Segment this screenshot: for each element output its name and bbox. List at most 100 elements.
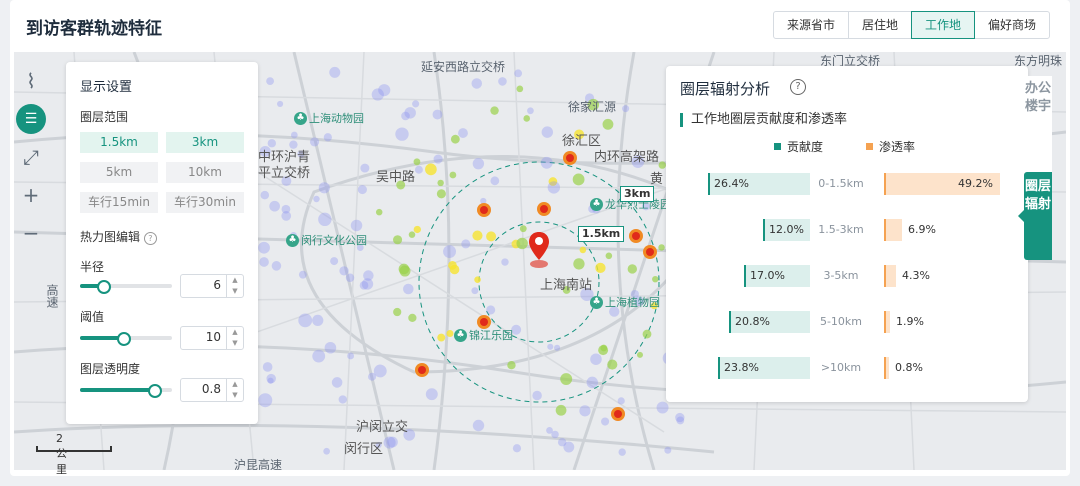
poi-marker[interactable]: ♣ 闵行文化公园 (286, 232, 367, 248)
park-icon: ♣ (590, 197, 603, 211)
slider-handle[interactable] (97, 280, 111, 294)
heat-point (338, 395, 347, 404)
heat-point (461, 239, 471, 249)
contribution-value: 17.0% (750, 269, 785, 282)
zoom-out-icon[interactable]: − (16, 218, 46, 248)
radiation-analysis-panel: 圈层辐射分析 ? 工作地圈层贡献度和渗透率 贡献度 渗透率 26.4% 0-1.5… (666, 66, 1028, 402)
heat-point (262, 362, 273, 372)
heat-point (472, 419, 485, 432)
penetration-value: 4.3% (902, 269, 930, 282)
heat-point (512, 444, 522, 453)
heat-point (323, 447, 330, 455)
range-option-drive-30min[interactable]: 车行30min (166, 192, 244, 213)
range-option-5km[interactable]: 5km (80, 162, 158, 183)
heat-point (267, 377, 274, 384)
range-option-1-5km[interactable]: 1.5km (80, 132, 158, 153)
penetration-value: 0.8% (895, 361, 923, 374)
heat-point (378, 84, 391, 97)
heat-point (449, 171, 457, 179)
zoom-in-icon[interactable]: + (16, 180, 46, 210)
heatmap-edit-label: 热力图编辑 ? (80, 228, 157, 245)
radius-label: 半径 (80, 260, 105, 274)
heat-point (393, 235, 403, 245)
heat-point (443, 245, 457, 259)
opacity-slider[interactable] (80, 384, 172, 398)
tab-residence[interactable]: 居住地 (847, 11, 912, 39)
radius-stepper[interactable]: 6 ▲ ▼ (180, 274, 244, 298)
heat-point (383, 436, 396, 449)
legend-swatch (866, 143, 873, 150)
contribution-value: 26.4% (714, 177, 749, 190)
fullscreen-icon[interactable]: ⤢ (16, 142, 46, 172)
heat-point (472, 157, 485, 170)
poi-marker[interactable]: ♣ 上海植物园 (590, 294, 660, 310)
map-label: 沪昆高速 (234, 458, 283, 470)
range-option-3km[interactable]: 3km (166, 132, 244, 153)
poi-marker[interactable]: ♣ 锦江乐园 (454, 327, 513, 343)
heat-point (446, 330, 454, 338)
heat-point (375, 208, 383, 216)
contribution-value: 20.8% (735, 315, 770, 328)
heat-point (329, 66, 341, 78)
threshold-stepper[interactable]: 10 ▲ ▼ (180, 326, 244, 350)
penetration-value: 49.2% (958, 177, 993, 190)
heat-point (642, 329, 652, 339)
map-label: 吴中路 (376, 170, 416, 185)
heat-hotspot-core (480, 206, 488, 214)
heat-point (298, 313, 313, 328)
legend-swatch (774, 143, 781, 150)
heat-point (357, 185, 367, 195)
heat-point (501, 258, 509, 266)
threshold-slider[interactable] (80, 332, 172, 346)
stepper-arrows-icon[interactable]: ▲ ▼ (226, 327, 243, 349)
heat-point (540, 156, 553, 169)
heat-point (312, 349, 326, 363)
layers-icon[interactable]: ☰ (16, 104, 46, 134)
tab-preferred-mall[interactable]: 偏好商场 (973, 11, 1050, 39)
heat-point (652, 275, 659, 283)
help-icon[interactable]: ? (790, 79, 806, 95)
heat-point (339, 266, 349, 276)
side-tab-circle-radiation[interactable]: 圈层辐射 (1018, 172, 1052, 260)
slider-handle[interactable] (117, 332, 132, 346)
map-label: 高速 (45, 284, 59, 308)
opacity-stepper[interactable]: 0.8 ▲ ▼ (180, 378, 244, 402)
heat-point (324, 341, 337, 354)
penetration-value: 1.9% (896, 315, 924, 328)
heat-point (298, 270, 307, 279)
map-label: 上海南站 (540, 278, 593, 293)
heat-hotspot-core (418, 366, 426, 374)
help-icon[interactable]: ? (143, 232, 157, 245)
heat-point (622, 105, 630, 113)
heat-point (323, 133, 332, 142)
heat-point (350, 219, 363, 232)
tab-workplace[interactable]: 工作地 (910, 11, 975, 39)
tab-source-province[interactable]: 来源省市 (772, 11, 849, 39)
heat-point (490, 106, 499, 115)
poi-marker[interactable]: ♣ 上海动物园 (294, 110, 364, 126)
heat-point (486, 305, 496, 315)
range-option-10km[interactable]: 10km (166, 162, 244, 183)
heat-point (290, 131, 298, 139)
heat-point (523, 115, 531, 122)
heat-point (514, 69, 523, 78)
heat-point (516, 237, 528, 250)
radius-slider[interactable] (80, 280, 172, 294)
heat-point (347, 352, 355, 360)
map-label: 延安西路立交桥 (421, 60, 506, 74)
slider-handle[interactable] (147, 384, 162, 398)
heat-point (598, 345, 609, 356)
range-option-drive-15min[interactable]: 车行15min (80, 192, 158, 213)
heat-point (448, 261, 457, 270)
stepper-arrows-icon[interactable]: ▲ ▼ (226, 275, 243, 297)
ruler-icon[interactable]: ⌇ (16, 66, 46, 96)
heat-point (330, 257, 339, 266)
heat-point (471, 287, 479, 295)
heat-point (259, 257, 269, 267)
range-label: 1.5-3km (818, 223, 864, 236)
stepper-arrows-icon[interactable]: ▲ ▼ (226, 379, 243, 401)
side-tab-office-building[interactable]: 办公楼宇 (1024, 76, 1052, 172)
heat-point (266, 77, 275, 86)
heat-point (676, 416, 685, 425)
heat-point (658, 244, 665, 251)
